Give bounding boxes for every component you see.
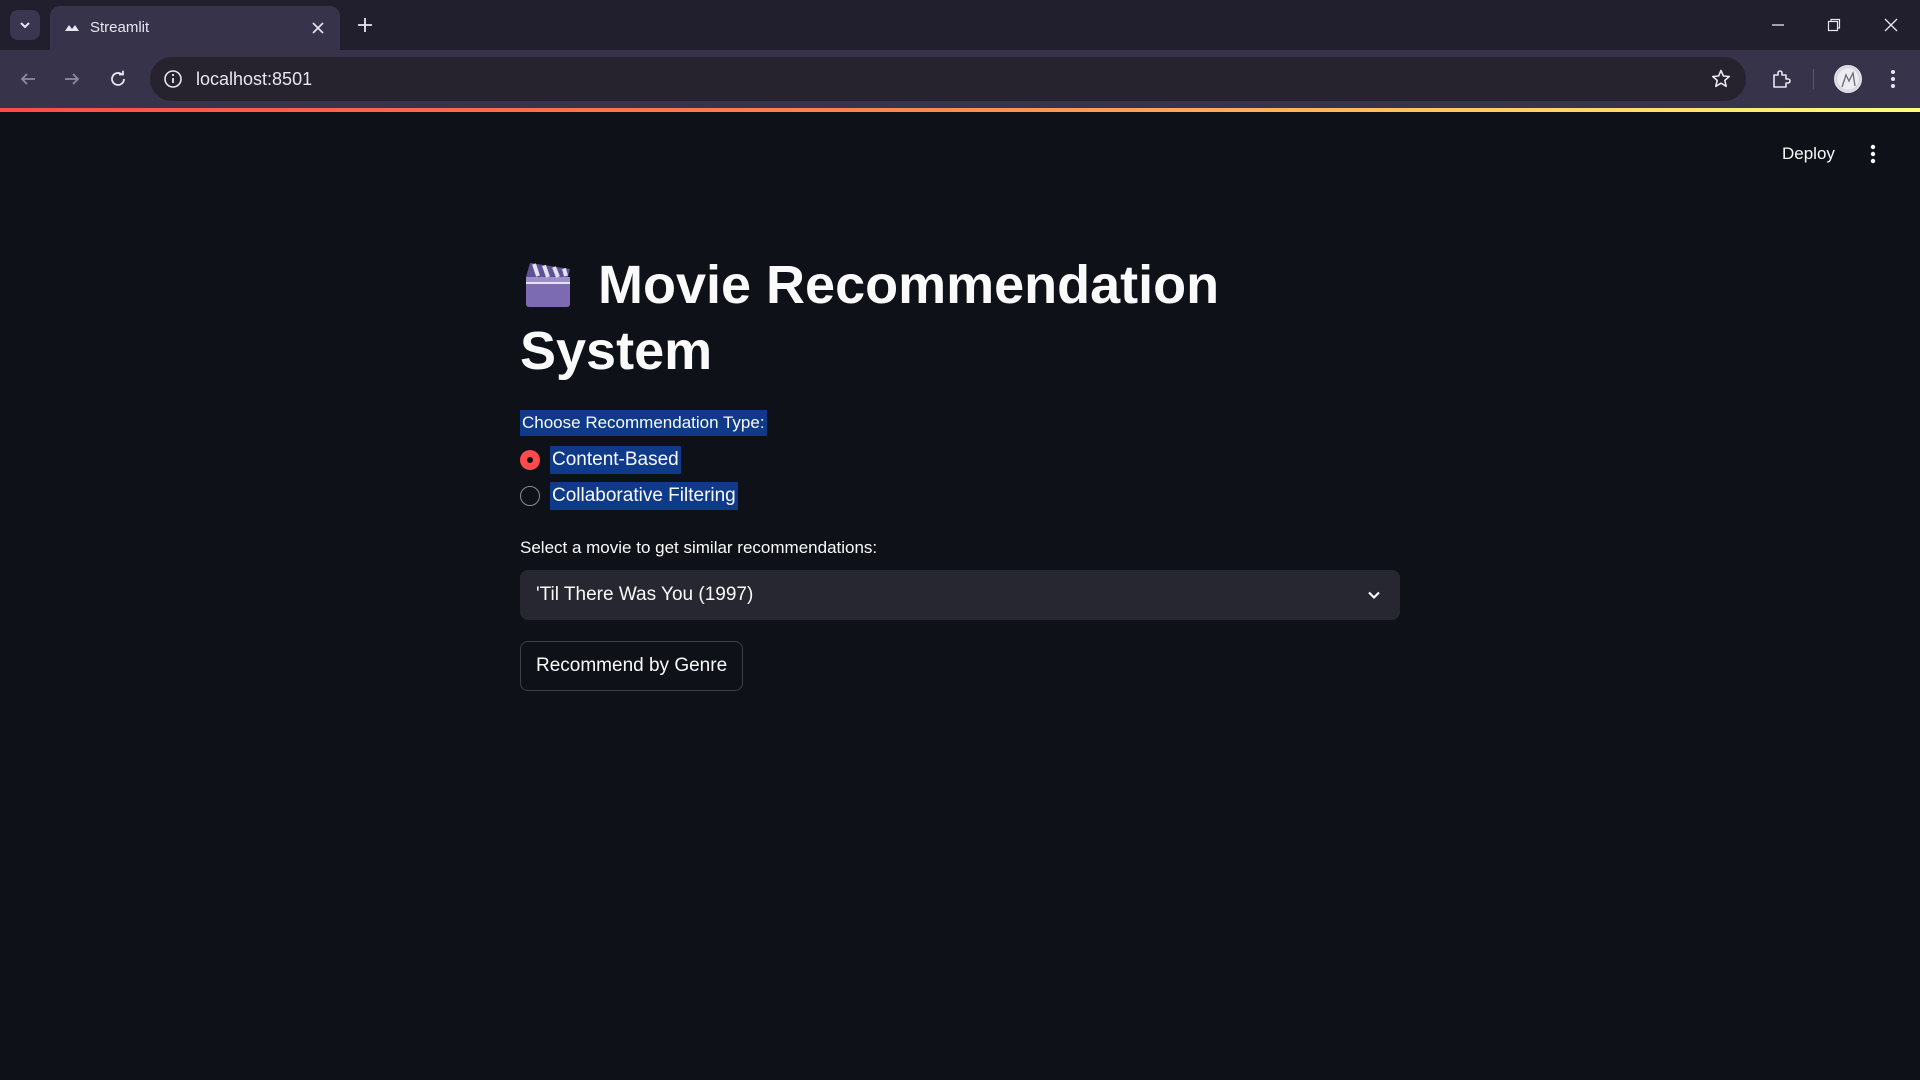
forward-button[interactable] xyxy=(57,64,87,94)
puzzle-icon xyxy=(1773,70,1791,88)
url-text[interactable]: localhost:8501 xyxy=(196,69,312,90)
chevron-down-icon xyxy=(20,22,30,29)
browser-tabstrip: Streamlit xyxy=(0,0,1920,50)
radio-option-label[interactable]: Content-Based xyxy=(550,446,681,474)
movie-select[interactable]: 'Til There Was You (1997) xyxy=(520,570,1400,620)
extensions-button[interactable] xyxy=(1766,64,1796,94)
movie-select-label: Select a movie to get similar recommenda… xyxy=(520,538,878,557)
profile-avatar[interactable] xyxy=(1834,65,1862,93)
radio-group-label: Choose Recommendation Type: xyxy=(520,410,767,436)
radio-button-unselected[interactable] xyxy=(520,486,540,506)
page-title-line1: Movie Recommendation xyxy=(598,255,1220,315)
tab-search-button[interactable] xyxy=(10,10,40,40)
recommendation-type-radio: Choose Recommendation Type: Content-Base… xyxy=(520,410,1400,512)
chevron-down-icon[interactable] xyxy=(1364,585,1384,605)
reload-button[interactable] xyxy=(103,64,133,94)
toolbar-divider xyxy=(1813,69,1814,89)
radio-option-label[interactable]: Collaborative Filtering xyxy=(550,482,738,510)
browser-menu-button[interactable] xyxy=(1878,64,1908,94)
close-icon xyxy=(312,22,324,34)
more-vertical-icon xyxy=(1891,70,1895,88)
restore-icon xyxy=(1827,18,1841,32)
main-content: Movie Recommendation System Choose Recom… xyxy=(520,252,1400,691)
clapper-board-icon xyxy=(526,263,570,307)
avatar-icon xyxy=(1837,68,1859,90)
more-vertical-icon xyxy=(1870,144,1876,164)
back-button[interactable] xyxy=(13,64,43,94)
tab-close-button[interactable] xyxy=(308,18,328,38)
arrow-right-icon xyxy=(65,73,80,85)
site-info-icon[interactable] xyxy=(162,68,184,90)
streamlit-app: Deploy Movie Recommendation System Choos… xyxy=(0,112,1920,1080)
page-title: Movie Recommendation System xyxy=(520,252,1400,384)
minimize-icon xyxy=(1772,24,1784,26)
streamlit-favicon-icon xyxy=(65,25,79,31)
plus-icon xyxy=(358,18,372,32)
address-bar[interactable]: localhost:8501 xyxy=(150,57,1746,101)
arrow-left-icon xyxy=(20,73,35,85)
deploy-button[interactable]: Deploy xyxy=(1770,138,1847,170)
new-tab-button[interactable] xyxy=(352,12,378,38)
close-icon xyxy=(1884,18,1898,32)
app-menu-button[interactable] xyxy=(1858,138,1888,170)
radio-button-selected[interactable] xyxy=(520,450,540,470)
minimize-button[interactable] xyxy=(1758,10,1798,40)
recommend-by-genre-button[interactable]: Recommend by Genre xyxy=(520,641,744,691)
browser-toolbar: localhost:8501 xyxy=(0,50,1920,108)
radio-option-content-based[interactable]: Content-Based xyxy=(520,444,1400,476)
page-title-line2: System xyxy=(520,321,713,381)
movie-select-value[interactable]: 'Til There Was You (1997) xyxy=(536,584,753,606)
reload-icon xyxy=(111,70,125,86)
tab-title: Streamlit xyxy=(90,19,150,36)
restore-button[interactable] xyxy=(1814,10,1854,40)
browser-tab[interactable]: Streamlit xyxy=(50,6,340,50)
close-window-button[interactable] xyxy=(1871,10,1911,40)
radio-option-collaborative[interactable]: Collaborative Filtering xyxy=(520,480,1400,512)
bookmark-star-icon[interactable] xyxy=(1710,68,1732,90)
